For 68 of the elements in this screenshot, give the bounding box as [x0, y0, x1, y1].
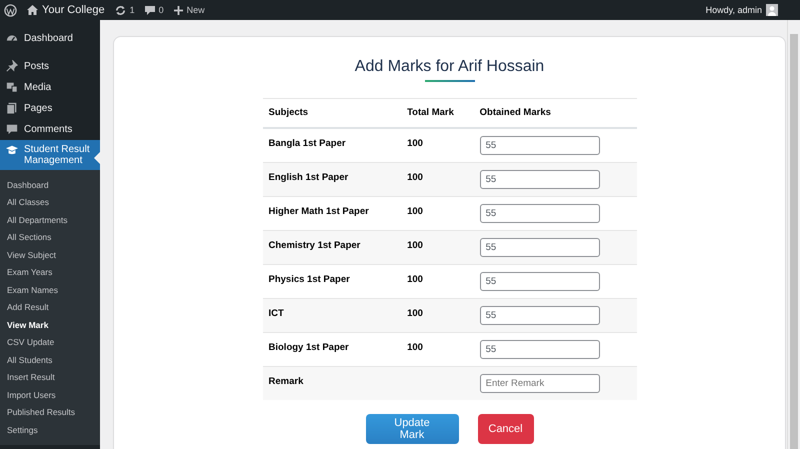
comment-icon [144, 5, 155, 15]
column-header: Total Mark [401, 98, 474, 128]
marks-input[interactable]: 55 [480, 136, 600, 155]
sidebar-menu-item[interactable]: Media [0, 77, 100, 98]
marks-input[interactable]: 55 [480, 204, 600, 222]
submenu-item[interactable]: Add Result [0, 298, 100, 316]
scrollbar[interactable] [787, 20, 800, 449]
comments-count[interactable]: 0 [158, 5, 164, 15]
subject-cell: Physics 1st Paper [268, 274, 350, 284]
site-name-link[interactable]: Your College [42, 4, 105, 16]
sidebar-menu-item[interactable]: Dashboard [0, 28, 100, 49]
submenu-item[interactable]: Dashboard [0, 176, 100, 194]
total-mark-cell: 100 [407, 274, 423, 284]
submenu-item[interactable]: Settings [0, 421, 100, 438]
avatar-icon [766, 4, 778, 16]
remark-input[interactable]: Enter Remark [480, 374, 600, 393]
media-library-icon [6, 81, 18, 93]
page-title: Add Marks for Arif Hossain [354, 57, 544, 77]
submenu-item[interactable]: Import Users [0, 386, 100, 404]
comment-icon [6, 123, 18, 135]
subject-cell: Higher Math 1st Paper [268, 206, 369, 216]
submenu-item[interactable]: All Students [0, 351, 100, 368]
submenu-item[interactable]: Insert Result [0, 368, 100, 386]
graduation-cap-icon [6, 144, 18, 156]
home-icon [27, 5, 38, 15]
title-underline [424, 80, 474, 82]
subject-cell: Biology 1st Paper [268, 342, 349, 352]
marks-input[interactable]: 55 [480, 340, 600, 358]
subject-cell: Remark [268, 376, 304, 386]
refresh-icon [114, 4, 126, 16]
submenu-item[interactable]: All Departments [0, 211, 100, 228]
wordpress-logo-icon[interactable] [4, 4, 17, 16]
cancel-button[interactable]: Cancel [478, 414, 534, 444]
updates-count[interactable]: 1 [130, 5, 135, 15]
greeting-link[interactable]: Howdy, admin [706, 5, 762, 15]
sidebar-menu-item[interactable]: Student Result Management [0, 140, 100, 170]
subject-cell: English 1st Paper [268, 172, 348, 182]
plus-icon [174, 6, 183, 14]
submenu-item[interactable]: View Subject [0, 246, 100, 264]
pages-stack-icon [6, 102, 18, 114]
total-mark-cell: 100 [407, 308, 423, 318]
column-header: Obtained Marks [474, 98, 636, 128]
marks-input[interactable]: 55 [480, 170, 600, 188]
submenu-item[interactable]: Exam Years [0, 264, 100, 281]
update-button[interactable]: Update Mark [366, 414, 458, 444]
sidebar-menu-item[interactable]: Posts [0, 56, 100, 77]
pin-icon [6, 60, 18, 72]
total-mark-cell: 100 [407, 240, 423, 250]
marks-input[interactable]: 55 [480, 272, 600, 290]
total-mark-cell: 100 [407, 206, 423, 216]
marks-input[interactable]: 55 [480, 238, 600, 256]
sidebar-menu-item[interactable]: Comments [0, 119, 100, 140]
submenu-item[interactable]: Exam Names [0, 281, 100, 298]
total-mark-cell: 100 [407, 172, 423, 182]
submenu-item[interactable]: All Classes [0, 194, 100, 211]
marks-input[interactable]: 55 [480, 306, 600, 324]
submenu-item[interactable]: CSV Update [0, 334, 100, 351]
total-mark-cell: 100 [407, 342, 423, 352]
subject-cell: Bangla 1st Paper [268, 138, 346, 149]
column-header: Subjects [262, 98, 402, 128]
sidebar-menu-item[interactable]: Pages [0, 98, 100, 119]
total-mark-cell: 100 [407, 138, 423, 149]
subject-cell: ICT [268, 308, 284, 318]
subject-cell: Chemistry 1st Paper [268, 240, 360, 250]
new-link[interactable]: New [186, 5, 205, 15]
submenu-item[interactable]: All Sections [0, 228, 100, 246]
submenu-item[interactable]: Published Results [0, 404, 100, 421]
submenu-item[interactable]: View Mark [0, 316, 100, 334]
